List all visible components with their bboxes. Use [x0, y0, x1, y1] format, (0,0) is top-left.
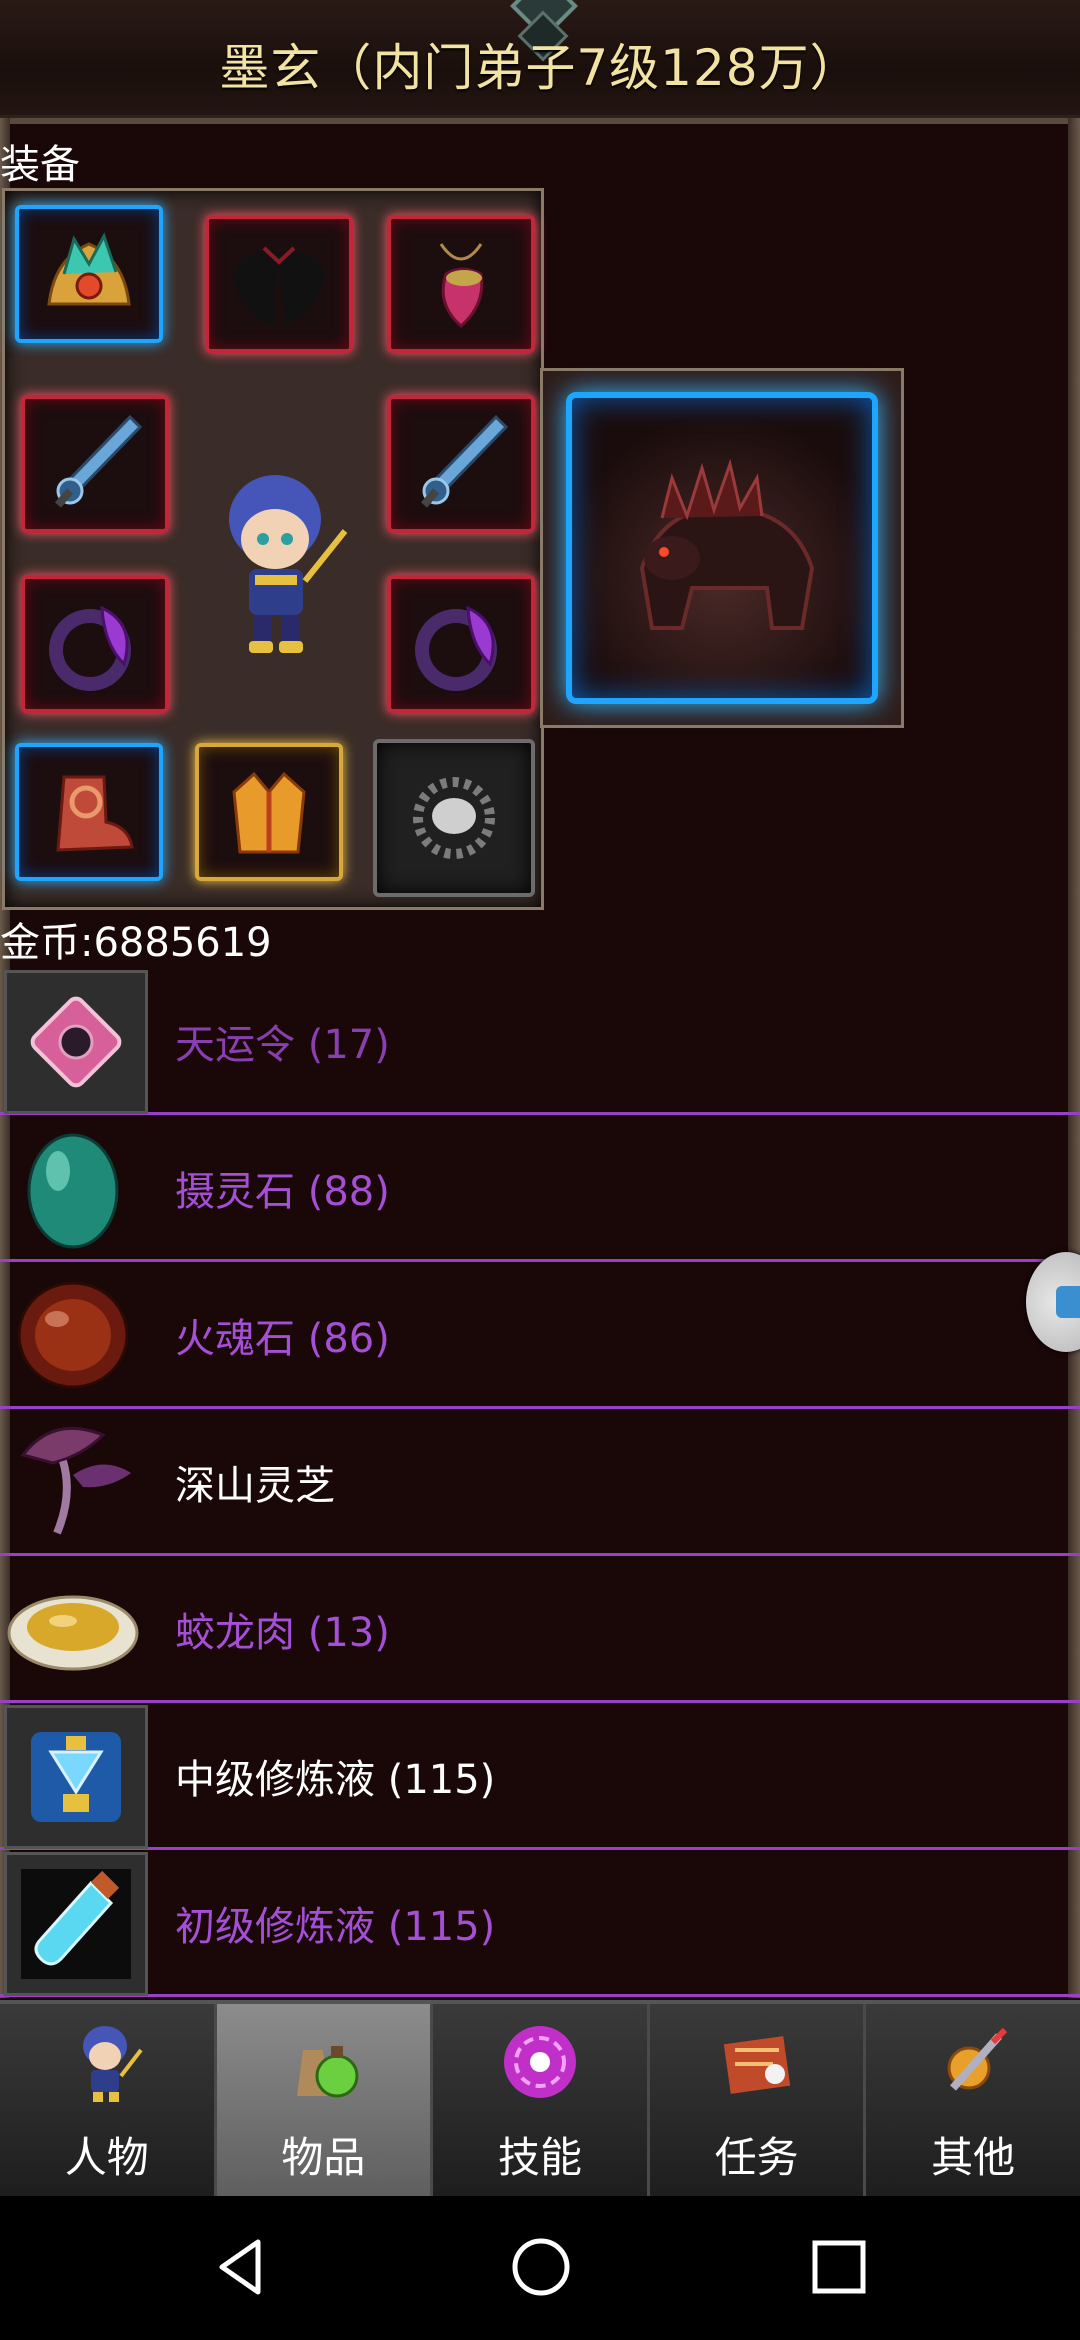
tab-label: 物品: [281, 2133, 366, 2182]
sword-icon: [420, 414, 509, 508]
helmet-slot[interactable]: [15, 205, 163, 343]
list-item-chuji-xiulianye[interactable]: 初级修炼液 (115): [0, 1848, 1080, 1997]
recents-icon[interactable]: [806, 2234, 872, 2300]
header-bar: 墨玄（内门弟子7级128万）: [0, 0, 1080, 124]
character-avatar: [229, 475, 348, 653]
test-tube-icon: [21, 1869, 131, 1979]
item-name: 火魂石 (86): [175, 1316, 390, 1362]
armor-icon: [232, 771, 306, 854]
lingzhi-icon: [20, 1426, 131, 1535]
ring-left-slot[interactable]: [21, 575, 169, 713]
list-item-jiaolongrou[interactable]: 蛟龙肉 (13): [0, 1554, 1080, 1703]
item-icon-frame: [4, 1264, 142, 1402]
list-item-shelingshi[interactable]: 摄灵石 (88): [0, 1113, 1080, 1262]
tab-label: 技能: [497, 2133, 582, 2182]
red-stone-icon: [17, 1281, 129, 1389]
bead-slot[interactable]: [373, 739, 535, 897]
potion-bag-icon: [281, 2020, 365, 2104]
item-name: 蛟龙肉 (13): [175, 1610, 390, 1656]
character-icon: [65, 2020, 149, 2104]
amulet-slot[interactable]: [387, 215, 535, 353]
list-item-tianyunling[interactable]: 天运令 (17): [0, 966, 1080, 1115]
equipment-label: 装备: [0, 142, 80, 188]
item-name: 初级修炼液 (115): [175, 1904, 496, 1950]
quest-icon: [715, 2020, 799, 2104]
ring-icon: [49, 605, 131, 691]
ring-icon: [415, 605, 497, 691]
ring-right-slot[interactable]: [387, 575, 535, 713]
weapon-right-slot[interactable]: [387, 395, 535, 533]
system-nav-bar: [0, 2196, 1080, 2340]
gold-label: 金币:: [0, 920, 94, 966]
home-icon[interactable]: [508, 2234, 574, 2300]
bead-icon: [413, 777, 495, 859]
other-icon: [931, 2020, 1015, 2104]
tab-character[interactable]: 人物: [0, 2004, 217, 2196]
cube-icon: [1056, 1286, 1080, 1318]
item-icon-frame: [4, 970, 148, 1114]
boots-slot[interactable]: [15, 743, 163, 881]
item-icon-frame: [4, 1558, 142, 1696]
token-icon: [30, 996, 122, 1088]
tab-label: 任务: [714, 2133, 799, 2182]
wings-icon: [232, 246, 326, 326]
wings-slot[interactable]: [205, 215, 353, 353]
tab-label: 其他: [931, 2133, 1016, 2182]
beast-mount-icon: [639, 458, 815, 630]
item-icon-frame: [4, 1705, 148, 1849]
mount-slot[interactable]: [540, 368, 904, 728]
tab-items[interactable]: 物品: [216, 2004, 434, 2196]
dragon-meat-icon: [7, 1595, 139, 1671]
list-item-shenshan-lingzhi[interactable]: 深山灵芝: [0, 1407, 1080, 1556]
item-icon-frame: [4, 1411, 142, 1549]
list-item-zhongji-xiulianye[interactable]: 中级修炼液 (115): [0, 1701, 1080, 1850]
sword-icon: [54, 414, 143, 508]
item-name: 摄灵石 (88): [175, 1169, 390, 1215]
armor-slot[interactable]: [195, 743, 343, 881]
skill-orb-icon: [498, 2020, 582, 2104]
helmet-icon: [47, 232, 131, 306]
tab-label: 人物: [64, 2133, 149, 2182]
gold-counter: 金币:6885619: [0, 910, 272, 968]
weapon-left-slot[interactable]: [21, 395, 169, 533]
potion-flask-icon: [31, 1732, 121, 1822]
boots-icon: [56, 775, 134, 852]
gold-value: 6885619: [93, 920, 272, 966]
item-icon-frame: [4, 1852, 148, 1996]
item-icon-frame: [4, 1117, 142, 1255]
tab-quests[interactable]: 任务: [649, 2004, 867, 2196]
item-name: 中级修炼液 (115): [175, 1757, 496, 1803]
tab-skills[interactable]: 技能: [433, 2004, 650, 2196]
page-title: 墨玄（内门弟子7级128万）: [219, 39, 861, 97]
item-name: 深山灵芝: [175, 1463, 335, 1509]
green-stone-icon: [27, 1133, 119, 1249]
equipment-panel: [2, 188, 544, 910]
back-icon[interactable]: [208, 2234, 274, 2300]
tab-other[interactable]: 其他: [866, 2004, 1080, 2196]
bottom-tab-bar: 人物 物品 技能 任务 其他: [0, 2000, 1080, 2200]
item-name: 天运令 (17): [175, 1022, 390, 1068]
list-item-huohunshi[interactable]: 火魂石 (86): [0, 1260, 1080, 1409]
amulet-icon: [439, 243, 484, 328]
